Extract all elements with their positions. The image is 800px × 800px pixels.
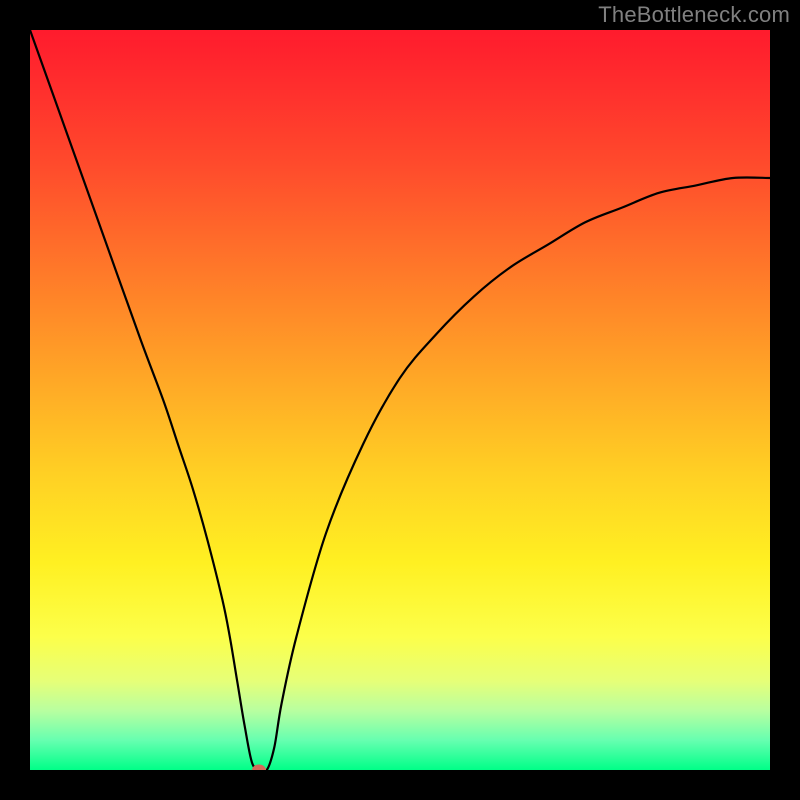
bottleneck-curve bbox=[30, 30, 770, 770]
minimum-marker bbox=[252, 765, 266, 771]
chart-stage: TheBottleneck.com bbox=[0, 0, 800, 800]
watermark-text: TheBottleneck.com bbox=[598, 2, 790, 28]
curve-svg bbox=[30, 30, 770, 770]
plot-area bbox=[30, 30, 770, 770]
